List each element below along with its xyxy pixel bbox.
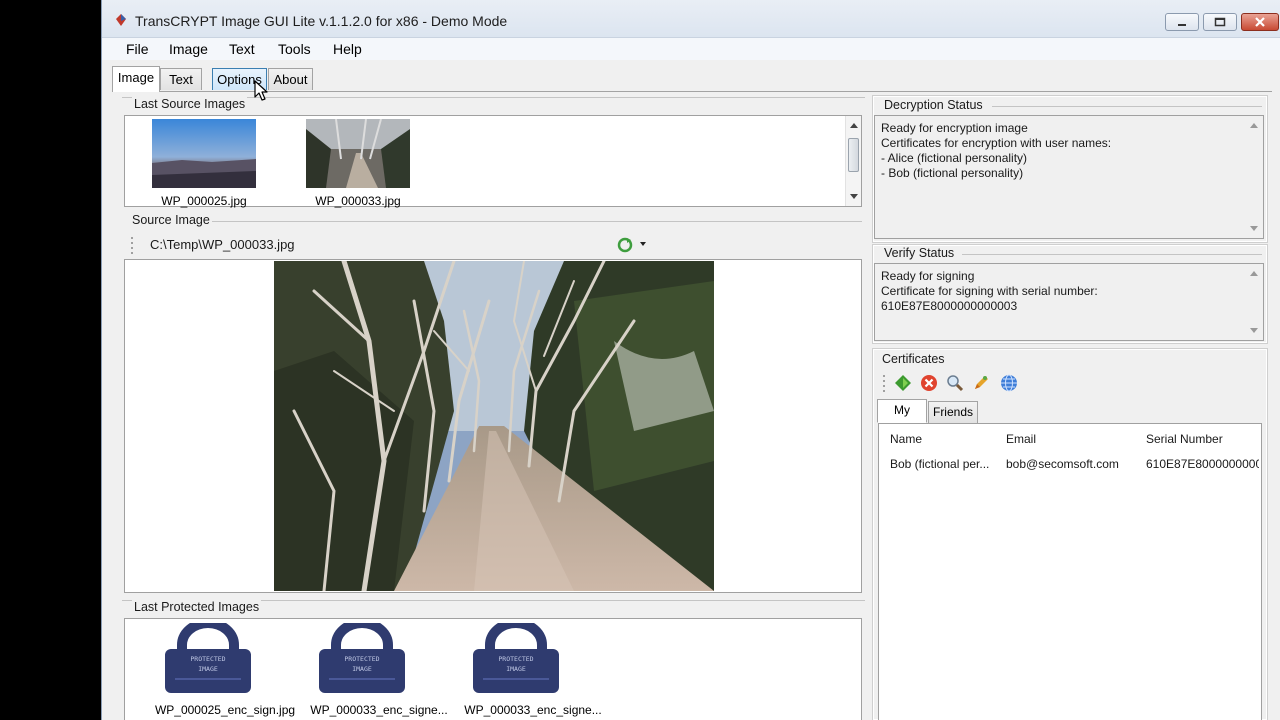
maximize-icon [1214,17,1226,27]
scroll-up-icon[interactable] [1250,123,1258,128]
column-header-serial[interactable]: Serial Number [1146,432,1223,446]
tab-friends-certs[interactable]: Friends [928,401,978,423]
column-header-email[interactable]: Email [1006,432,1036,446]
source-image-view[interactable] [124,259,862,593]
close-icon [1255,17,1265,27]
source-thumb-2[interactable]: WP_000033.jpg [305,119,411,208]
scroll-thumb[interactable] [848,138,859,172]
minimize-button[interactable] [1165,13,1199,31]
edit-pen-icon[interactable] [972,374,990,392]
protected-item-3[interactable]: PROTECTED IMAGE WP_000033_enc_signe... [464,618,602,717]
main-tabs: Image Text Options About [102,64,1280,92]
refresh-dropdown-button[interactable] [615,236,653,254]
protected-item-2[interactable]: PROTECTED IMAGE WP_000033_enc_signe... [310,618,448,717]
cert-serial: 610E87E8000000000 [1146,457,1259,471]
svg-text:PROTECTED: PROTECTED [344,655,379,663]
tab-my-certs[interactable]: My [877,399,927,423]
separator [962,254,1262,255]
decryption-status-label: Decryption Status [884,98,983,112]
certificates-list: Name Email Serial Number Bob (fictional … [878,423,1262,720]
menu-text[interactable]: Text [229,41,255,57]
status-line: - Bob (fictional personality) [881,166,1024,180]
close-button[interactable] [1241,13,1279,31]
svg-text:PROTECTED: PROTECTED [190,655,225,663]
protected-caption: WP_000025_enc_sign.jpg [154,703,296,717]
verify-scrollbar[interactable] [1246,264,1262,340]
source-image-path: C:\Temp\WP_000033.jpg [150,237,295,252]
tab-image[interactable]: Image [112,66,160,92]
protected-lock-icon: PROTECTED IMAGE [473,618,559,693]
scroll-up-icon[interactable] [1250,271,1258,276]
tab-about[interactable]: About [268,68,313,90]
menu-help[interactable]: Help [333,41,362,57]
verify-status-label: Verify Status [884,246,955,260]
scroll-down-icon[interactable] [1250,328,1258,333]
svg-text:IMAGE: IMAGE [506,665,526,673]
source-image-photo [274,261,714,591]
mouse-cursor-icon [254,80,268,101]
status-line: Ready for encryption image [881,121,1028,135]
minimize-icon [1178,24,1186,26]
protected-lock-icon: PROTECTED IMAGE [165,618,251,693]
protected-caption: WP_000033_enc_signe... [464,703,602,717]
add-green-arrow-icon[interactable] [894,374,912,392]
tab-text[interactable]: Text [160,68,202,90]
status-line: - Alice (fictional personality) [881,151,1028,165]
table-row[interactable]: Bob (fictional per... bob@secomsoft.com … [881,452,1259,474]
menu-image[interactable]: Image [169,41,208,57]
cert-name: Bob (fictional per... [890,457,990,471]
separator [212,221,862,222]
column-header-name[interactable]: Name [890,432,922,446]
source-image-label: Source Image [132,213,210,227]
app-icon [116,14,126,26]
last-protected-images-label: Last Protected Images [132,600,262,614]
delete-red-x-icon[interactable] [920,374,938,392]
last-source-images-label: Last Source Images [132,97,248,111]
chevron-down-icon [640,242,646,246]
scroll-down-icon[interactable] [850,194,858,199]
svg-text:PROTECTED: PROTECTED [498,655,533,663]
decryption-scrollbar[interactable] [1246,116,1262,238]
certificates-label: Certificates [882,352,945,366]
menu-bar: File Image Text Tools Help [102,38,1280,60]
decryption-status-text: Ready for encryption image Certificates … [874,115,1264,239]
tab-page-border [112,91,1272,92]
verify-status-text: Ready for signing Certificate for signin… [874,263,1264,341]
last-source-images-list: WP_000025.jpg WP_000033.jpg [124,115,862,208]
scroll-down-icon[interactable] [1250,226,1258,231]
separator [992,106,1262,107]
app-window: TransCRYPT Image GUI Lite v.1.1.2.0 for … [101,0,1280,720]
menu-tools[interactable]: Tools [278,41,311,57]
last-protected-images-list: PROTECTED IMAGE WP_000025_enc_sign.jpg P… [124,618,862,720]
window-title: TransCRYPT Image GUI Lite v.1.1.2.0 for … [135,13,508,29]
thumb-caption: WP_000025.jpg [161,194,247,208]
refresh-icon [617,237,633,253]
status-line: Certificate for signing with serial numb… [881,284,1098,298]
thumb-caption: WP_000033.jpg [315,194,401,208]
protected-lock-icon: PROTECTED IMAGE [319,618,405,693]
title-bar[interactable]: TransCRYPT Image GUI Lite v.1.1.2.0 for … [102,0,1280,38]
thumbnail-image [306,119,410,188]
search-magnifier-icon[interactable] [946,374,964,392]
status-line: 610E87E8000000000003 [881,299,1018,313]
status-line: Certificates for encryption with user na… [881,136,1112,150]
menu-file[interactable]: File [126,41,149,57]
globe-icon[interactable] [1000,374,1018,392]
cert-email: bob@secomsoft.com [1006,457,1119,471]
status-line: Ready for signing [881,269,975,283]
scroll-up-icon[interactable] [850,123,858,128]
svg-text:IMAGE: IMAGE [198,665,218,673]
thumbnail-image [152,119,256,188]
protected-caption: WP_000033_enc_signe... [310,703,448,717]
maximize-button[interactable] [1203,13,1237,31]
protected-item-1[interactable]: PROTECTED IMAGE WP_000025_enc_sign.jpg [155,618,295,717]
source-thumb-1[interactable]: WP_000025.jpg [151,119,257,208]
last-source-scrollbar[interactable] [845,116,861,206]
svg-text:IMAGE: IMAGE [352,665,372,673]
toolbar-grip-icon [883,375,885,392]
toolbar-grip-icon [131,237,133,254]
